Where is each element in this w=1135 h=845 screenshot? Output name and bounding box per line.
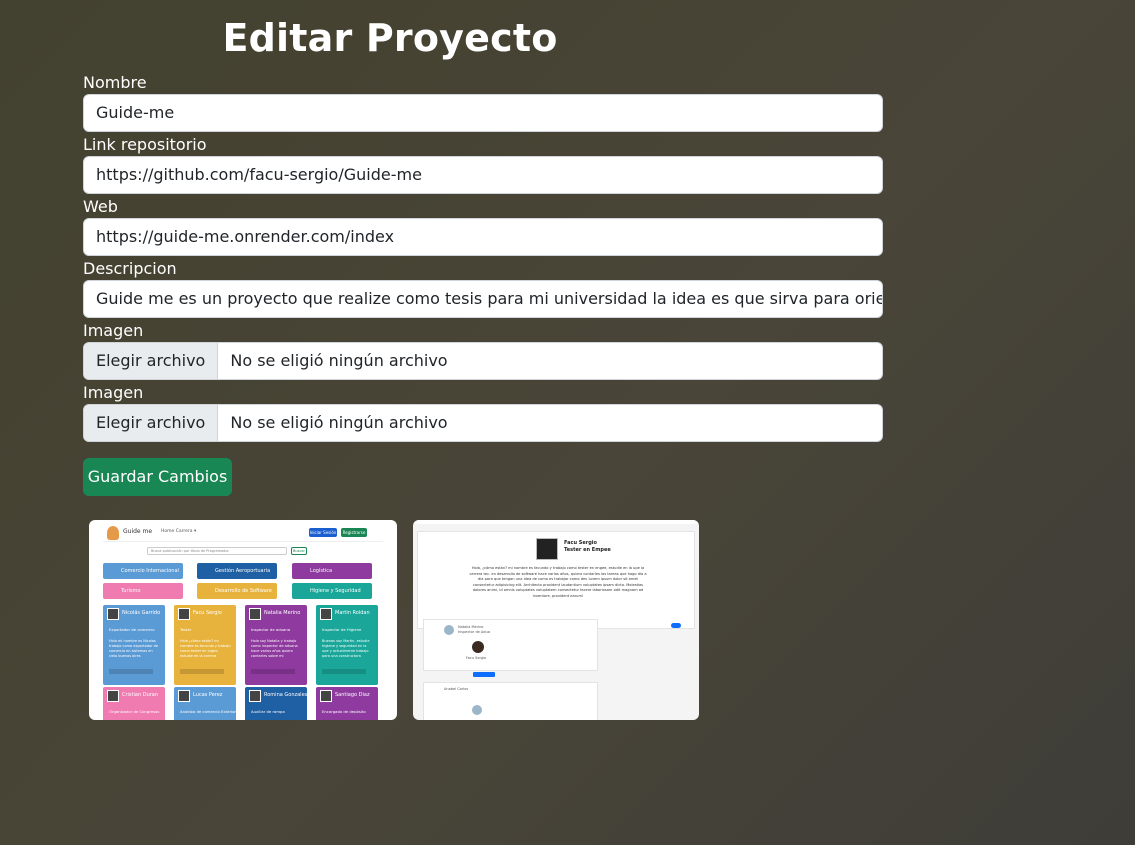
preview-topbar [413,520,699,524]
nombre-label: Nombre [83,73,147,92]
preview-search-input: Busca publicación por título de Programa… [147,547,287,555]
preview-category-tile: Higiene y Seguridad [292,583,372,599]
repo-label: Link repositorio [83,135,207,154]
preview-profile-card: Cristian Duran Organizador de Congresos [103,687,165,720]
preview-card-name: Martin Roldan [335,610,370,616]
preview-post-1: Natalia Merino Inspector de Adua Facu Se… [423,619,598,671]
preview-card-photo [249,690,261,702]
preview-card-footer [322,669,366,674]
preview-category-tile: Logística [292,563,372,579]
preview-profile-card: Nicolás Garrido Exportador de comercio Hol… [103,605,165,685]
preview-menu: Home Carrera ▾ [161,529,197,534]
imagen-2-file-input[interactable]: Elegir archivo No se eligió ningún archi… [83,404,883,442]
preview-card-role: Auxiliar de rampa [251,709,285,714]
page-title: Editar Proyecto [222,16,558,60]
preview-card-name: Romina Gonzales [264,692,307,698]
preview-card-role: Tester [180,627,192,632]
preview-card-photo [320,608,332,620]
preview-card-role: Exportador de comercio [109,627,155,632]
field-repo: Link repositorio https://github.com/facu… [83,134,883,196]
preview-post-1-button [473,672,495,677]
preview-card-footer [109,669,153,674]
preview-profile-role: Tester en Empee [564,547,611,553]
preview-card-name: Facu Sergio [193,610,222,616]
field-imagen-2: Imagen Elegir archivo No se eligió ningú… [83,382,883,444]
preview-card-footer [251,669,295,674]
preview-post-1-reply-avatar [472,641,484,653]
preview-post-1-sub: Inspector de Adua [458,630,490,634]
preview-login-button: Iniciar Sesión [309,528,337,537]
preview-category-tile: Turismo [103,583,183,599]
preview-card-name: Nicolás Garrido [122,610,161,616]
preview-card-name: Natalia Merino [264,610,301,616]
field-imagen-1: Imagen Elegir archivo No se eligió ningú… [83,320,883,382]
preview-card-name: Santiago Diaz [335,692,370,698]
preview-category-tile: Comercio Internacional [103,563,183,579]
preview-register-button: Registrarse [341,528,367,537]
preview-card-photo [178,608,190,620]
preview-card-name: Lucas Perez [193,692,223,698]
edit-project-form: Nombre Guide-me Link repositorio https:/… [83,72,883,444]
preview-brand: Guide me [123,528,153,535]
preview-card-photo [178,690,190,702]
preview-profile-card: Romina Gonzales Auxiliar de rampa [245,687,307,720]
save-changes-button[interactable]: Guardar Cambios [83,458,232,496]
preview-category-tile: Desarrollo de Software [197,583,277,599]
preview-toggle-icon [671,623,681,628]
preview-card-photo [107,608,119,620]
preview-card-role: Inspector de aduana [251,627,291,632]
web-label: Web [83,197,118,216]
preview-profile-card: Santiago Diaz Encargado de depósito [316,687,378,720]
preview-card-text: Hola ¿cómo están? mi nombre es facundo y… [180,639,231,658]
imagen-1-file-status: No se eligió ningún archivo [230,351,448,370]
preview-card-text: Hola mi nombre es Nicolas trabajo como e… [109,639,159,658]
imagen-2-label: Imagen [83,383,144,402]
preview-post-1-avatar [444,625,454,635]
project-image-preview-1: Guide me Home Carrera ▾ Iniciar Sesión R… [89,520,397,720]
imagen-1-label: Imagen [83,321,144,340]
preview-card-footer [180,669,224,674]
preview-card-role: Inspector de Higiene [322,627,362,632]
preview-profile-card: Facu Sergio Tester Hola ¿cómo están? mi no… [174,605,236,685]
guide-me-logo-icon [107,526,119,540]
preview-profile-card: Martin Roldan Inspector de Higiene Buenas … [316,605,378,685]
preview-post-2-user: Anabel Carlos [444,687,469,691]
field-web: Web https://guide-me.onrender.com/index [83,196,883,258]
field-descripcion: Descripcion Guide me es un proyecto que … [83,258,883,320]
preview-post-2: Anabel Carlos [423,682,598,720]
field-nombre: Nombre Guide-me [83,72,883,134]
nombre-input[interactable]: Guide-me [83,94,883,132]
preview-profile-name: Facu Sergio Tester en Empee [564,540,611,554]
repo-input[interactable]: https://github.com/facu-sergio/Guide-me [83,156,883,194]
preview-card-photo [107,690,119,702]
preview-profile-name-text: Facu Sergio [564,540,597,546]
imagen-2-file-status: No se eligió ningún archivo [230,413,448,432]
project-image-preview-2: Facu Sergio Tester en Empee Hola, ¿cómo … [413,520,699,720]
imagen-2-choose-button[interactable]: Elegir archivo [84,405,219,441]
preview-card-photo [249,608,261,620]
preview-profile-avatar [536,538,558,560]
preview-card-role: Organizador de Congresos [109,709,160,714]
imagen-1-choose-button[interactable]: Elegir archivo [84,343,219,379]
preview-card-text: Buenas soy Martín, estudie higiene y seg… [322,639,370,658]
preview-card-name: Cristian Duran [122,692,159,698]
preview-post-1-reply-name: Facu Sergio [466,656,487,660]
preview-profile-bio: Hola, ¿cómo están? mi nombre es facundo … [469,566,647,598]
preview-card-role: Encargado de depósito [322,709,366,714]
preview-category-tile: Gestión Aeroportuaria [197,563,277,579]
descripcion-input[interactable]: Guide me es un proyecto que realize como… [83,280,883,318]
descripcion-label: Descripcion [83,259,177,278]
preview-card-role: Analista de comercio Exterior [180,709,236,714]
preview-post-2-avatar [472,705,482,715]
preview-profile-header: Facu Sergio Tester en Empee Hola, ¿cómo … [417,531,695,629]
preview-card-text: Hola soy Natalia y trabajo como inspecto… [251,639,298,658]
preview-profile-card: Lucas Perez Analista de comercio Exterior [174,687,236,720]
preview-card-photo [320,690,332,702]
web-input[interactable]: https://guide-me.onrender.com/index [83,218,883,256]
preview-search-button: Buscar [291,547,307,555]
preview-profile-card: Natalia Merino Inspector de aduana Hola so… [245,605,307,685]
preview-navbar: Guide me Home Carrera ▾ Iniciar Sesión R… [103,524,383,542]
imagen-1-file-input[interactable]: Elegir archivo No se eligió ningún archi… [83,342,883,380]
